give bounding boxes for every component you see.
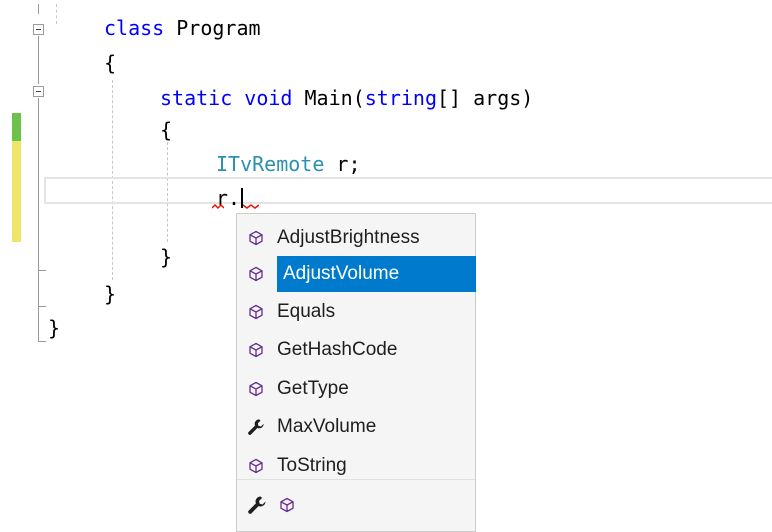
code-line-9[interactable]: } (48, 314, 60, 342)
completion-list[interactable]: AdjustBrightness AdjustVolume Equals Get… (236, 213, 476, 532)
completion-item[interactable]: GetType (237, 371, 475, 407)
change-marker-unsaved (12, 141, 21, 242)
completion-item[interactable]: Equals (237, 294, 475, 330)
code-line-2[interactable]: { (104, 49, 116, 77)
outline-guide-end (38, 270, 46, 271)
collapse-method-icon[interactable] (33, 86, 44, 97)
completion-item-selected[interactable]: AdjustVolume (237, 256, 476, 292)
class-name: Program (176, 16, 261, 40)
method-cube-icon (247, 457, 265, 475)
code-line-1[interactable]: class Program (104, 14, 261, 42)
open-paren: ( (352, 86, 365, 110)
code-line-5[interactable]: ITvRemote r; (216, 150, 361, 178)
collapse-class-icon[interactable] (33, 24, 44, 35)
completion-item[interactable]: AdjustBrightness (237, 220, 475, 256)
completion-item[interactable]: MaxVolume (237, 409, 475, 445)
completion-item-label: Equals (277, 301, 336, 322)
close-brace: } (48, 316, 61, 340)
method-cube-icon (247, 229, 265, 247)
close-brace: } (160, 245, 173, 269)
method-cube-icon (247, 265, 265, 283)
code-line-7[interactable]: } (160, 243, 172, 271)
method-cube-icon (247, 380, 265, 398)
outline-guide-end (38, 341, 46, 342)
open-brace: { (104, 51, 117, 75)
keyword-class: class (104, 16, 165, 40)
code-line-3[interactable]: static void Main(string[] args) (160, 84, 533, 112)
outline-guide (38, 36, 39, 84)
change-marker-saved (12, 113, 21, 141)
completion-item-label: MaxVolume (277, 416, 377, 437)
completion-item[interactable]: GetHashCode (237, 332, 475, 368)
completion-filter-bar (237, 479, 475, 530)
completion-item-label: AdjustBrightness (277, 227, 420, 248)
variable-decl: r; (336, 152, 361, 176)
type-name: ITvRemote (216, 152, 325, 176)
wrench-icon[interactable] (247, 495, 269, 517)
params: [] args) (436, 86, 534, 110)
code-line-4[interactable]: { (160, 116, 172, 144)
method-cube-icon (247, 341, 265, 359)
error-squiggle (212, 204, 224, 210)
method-cube-icon (247, 303, 265, 321)
error-squiggle (243, 204, 259, 209)
wrench-icon (247, 418, 265, 436)
method-cube-icon[interactable] (279, 497, 297, 515)
outline-guide-end (38, 306, 46, 307)
method-name: Main (304, 86, 353, 110)
current-line-highlight (44, 177, 772, 204)
keyword-static: static (160, 86, 233, 110)
code-line-8[interactable]: } (104, 280, 116, 308)
close-brace: } (104, 282, 117, 306)
completion-item-label: GetHashCode (277, 339, 398, 360)
completion-item-label: GetType (277, 378, 349, 399)
keyword-string: string (364, 86, 437, 110)
outline-guide (38, 4, 39, 14)
completion-item-label: AdjustVolume (283, 263, 400, 284)
keyword-void: void (244, 86, 293, 110)
open-brace: { (160, 118, 173, 142)
indent-guide (56, 4, 57, 24)
